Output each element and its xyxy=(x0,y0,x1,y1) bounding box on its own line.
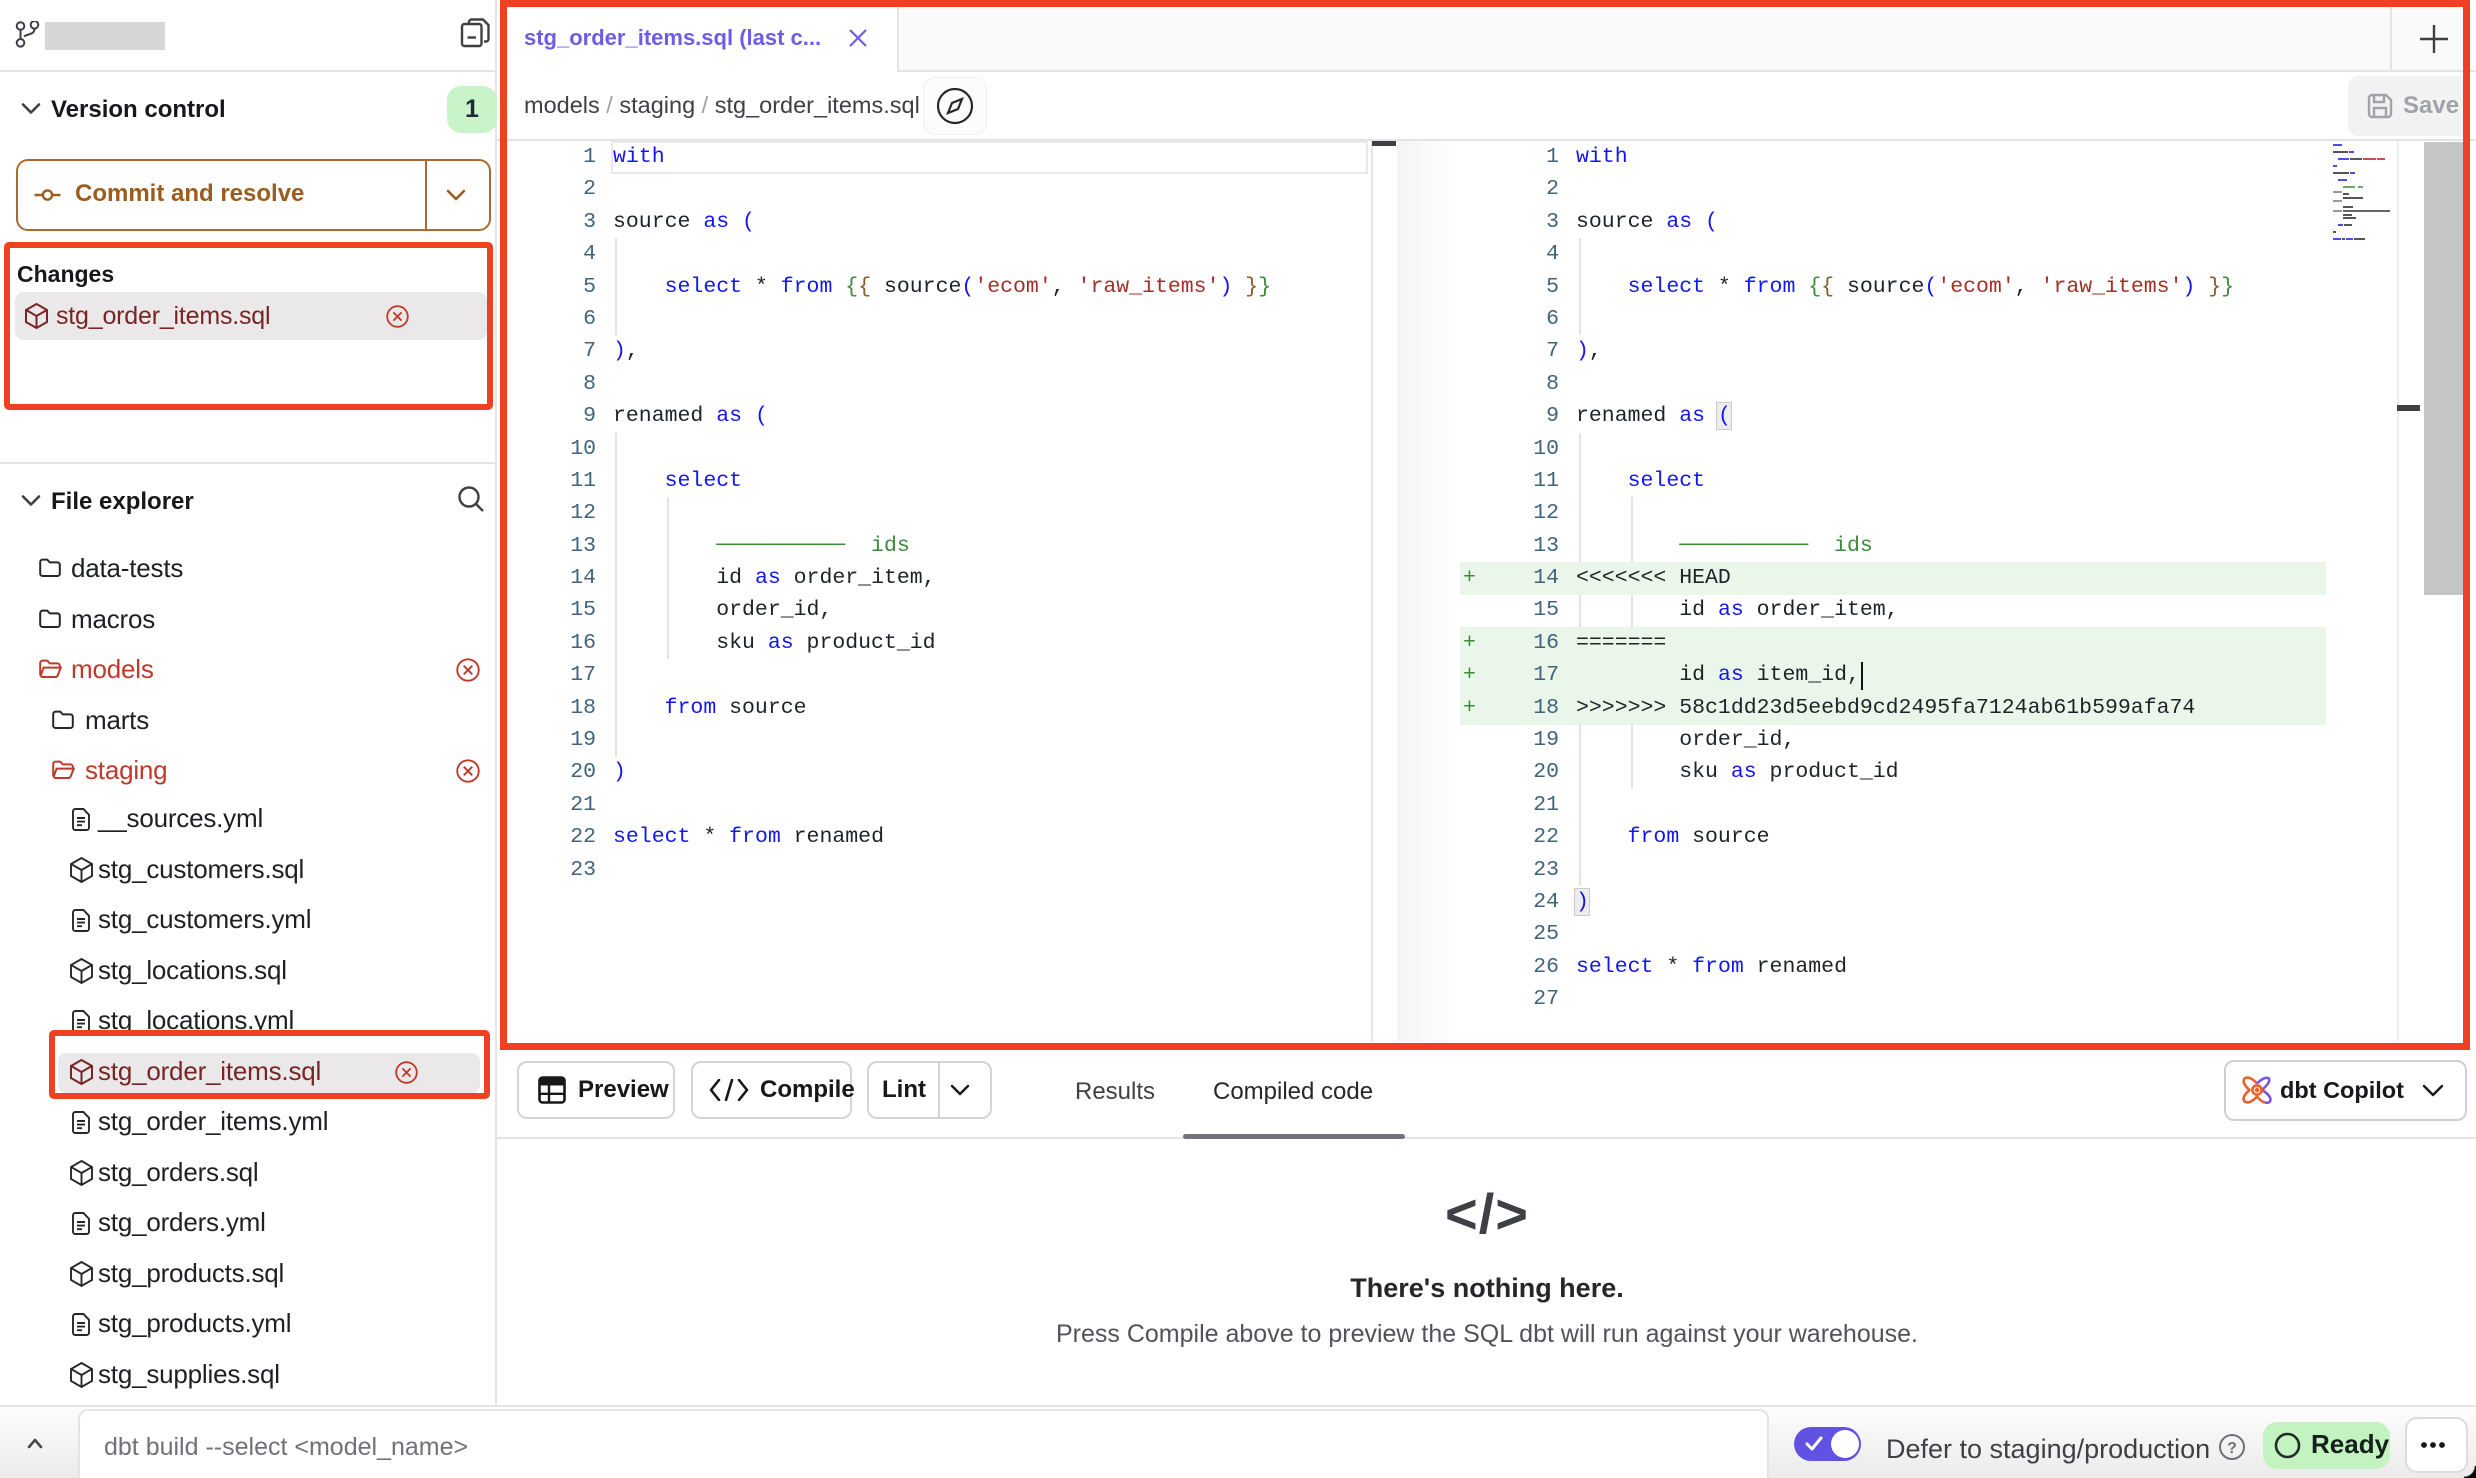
svg-text:?: ? xyxy=(2227,1440,2237,1457)
